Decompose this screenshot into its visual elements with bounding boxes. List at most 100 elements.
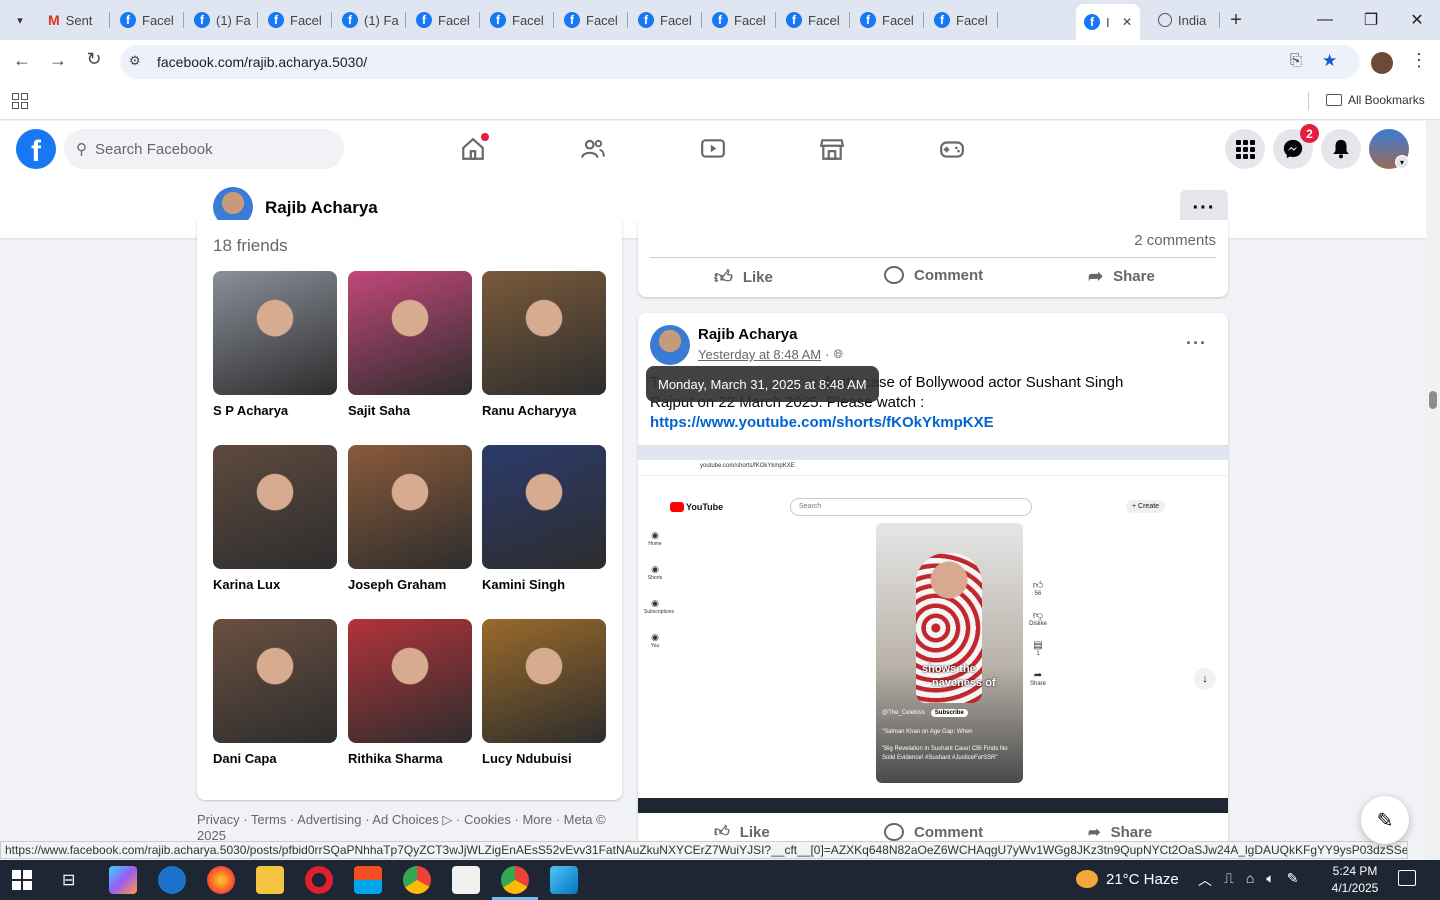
friend-tile[interactable]: S P Acharya xyxy=(213,271,337,418)
notifications-button[interactable] xyxy=(1321,129,1361,169)
chrome-profile-icon[interactable] xyxy=(501,866,529,894)
pen-icon[interactable]: ✎ xyxy=(1287,870,1299,890)
post-options-icon[interactable]: ··· xyxy=(1186,333,1207,354)
notepad-icon[interactable] xyxy=(452,866,480,894)
friend-photo[interactable] xyxy=(213,619,337,743)
post-share-button[interactable]: ➦ Share xyxy=(1088,823,1152,842)
page-scrollbar[interactable] xyxy=(1426,121,1440,859)
friend-photo[interactable] xyxy=(348,445,472,569)
browser-tab[interactable]: f Facel xyxy=(852,6,924,34)
friend-photo[interactable] xyxy=(482,445,606,569)
install-app-icon[interactable]: ⎘ xyxy=(1290,52,1302,69)
bookmark-star-icon[interactable]: ★ xyxy=(1322,51,1337,71)
post-link[interactable]: https://www.youtube.com/shorts/fKOkYkmpK… xyxy=(650,414,994,431)
friend-tile[interactable]: Karina Lux xyxy=(213,445,337,592)
friend-name[interactable]: S P Acharya xyxy=(213,403,337,418)
browser-tab[interactable]: f (1) Fa xyxy=(334,6,406,34)
mail-app-icon[interactable] xyxy=(158,866,186,894)
friends-count[interactable]: 18 friends xyxy=(213,236,288,256)
scrollbar-thumb[interactable] xyxy=(1429,391,1437,409)
friend-tile[interactable]: Rithika Sharma xyxy=(348,619,472,766)
browser-profile-avatar[interactable] xyxy=(1371,52,1393,74)
friend-photo[interactable] xyxy=(213,445,337,569)
nav-video-icon[interactable] xyxy=(699,135,727,163)
account-chevron-icon[interactable]: ▾ xyxy=(1395,155,1409,169)
browser-tab[interactable]: f (1) Fa xyxy=(186,6,258,34)
friend-tile[interactable]: Kamini Singh xyxy=(482,445,606,592)
chrome-icon[interactable] xyxy=(403,866,431,894)
friend-tile[interactable]: Joseph Graham xyxy=(348,445,472,592)
friend-name[interactable]: Karina Lux xyxy=(213,577,337,592)
wifi-icon[interactable]: ⌂ xyxy=(1246,870,1254,890)
apps-grid-icon[interactable] xyxy=(12,93,28,109)
browser-tab[interactable]: f Facel xyxy=(408,6,480,34)
comments-count[interactable]: 2 comments xyxy=(1134,232,1216,249)
firefox-icon[interactable] xyxy=(207,866,235,894)
friend-name[interactable]: Kamini Singh xyxy=(482,577,606,592)
browser-tab[interactable]: f Facel xyxy=(778,6,850,34)
friend-photo[interactable] xyxy=(348,619,472,743)
menu-grid-button[interactable] xyxy=(1225,129,1265,169)
post-author-name[interactable]: Rajib Acharya xyxy=(698,326,798,343)
friend-tile[interactable]: Ranu Acharyya xyxy=(482,271,606,418)
like-button[interactable]: 👍︎ Like xyxy=(714,266,773,288)
browser-tab[interactable]: f Facel xyxy=(704,6,776,34)
facebook-logo[interactable]: f xyxy=(16,129,56,169)
messenger-button[interactable]: 2 xyxy=(1273,124,1319,169)
site-info-icon[interactable]: ⚙ xyxy=(129,53,141,69)
photos-icon[interactable] xyxy=(550,866,578,894)
close-window-button[interactable]: ✕ xyxy=(1394,0,1440,40)
browser-tab[interactable]: f Facel xyxy=(926,6,998,34)
friend-name[interactable]: Rithika Sharma xyxy=(348,751,472,766)
profile-name[interactable]: Rajib Acharya xyxy=(265,198,378,218)
nav-friends-icon[interactable] xyxy=(579,135,607,163)
copilot-icon[interactable] xyxy=(109,866,137,894)
friend-photo[interactable] xyxy=(482,271,606,395)
browser-tab[interactable]: f Facel xyxy=(482,6,554,34)
new-message-button[interactable]: ✎ xyxy=(1361,796,1409,844)
browser-tab[interactable]: India xyxy=(1150,6,1220,34)
share-button[interactable]: ➦ Share xyxy=(1088,266,1155,287)
maximize-button[interactable]: ❐ xyxy=(1348,0,1394,40)
friend-photo[interactable] xyxy=(482,619,606,743)
weather-widget[interactable]: 21°C Haze xyxy=(1076,870,1179,888)
nav-marketplace-icon[interactable] xyxy=(818,135,846,163)
browser-tab[interactable]: f Facel xyxy=(630,6,702,34)
post-like-button[interactable]: 👍︎ Like xyxy=(714,823,770,841)
opera-icon[interactable] xyxy=(305,866,333,894)
back-button[interactable]: ← xyxy=(10,50,34,74)
nav-home-icon[interactable] xyxy=(459,133,489,163)
address-bar[interactable]: ⚙ facebook.com/rajib.acharya.5030/ ⎘ ★ xyxy=(120,45,1360,79)
friend-name[interactable]: Joseph Graham xyxy=(348,577,472,592)
browser-tab[interactable]: f Facel xyxy=(260,6,332,34)
chevron-up-icon[interactable]: ︿ xyxy=(1198,870,1212,890)
friend-name[interactable]: Dani Capa xyxy=(213,751,337,766)
tab-search-button[interactable]: ▾ xyxy=(8,8,32,32)
browser-tab[interactable]: f Facel xyxy=(556,6,628,34)
friend-name[interactable]: Lucy Ndubuisi xyxy=(482,751,606,766)
clock[interactable]: 5:24 PM 4/1/2025 xyxy=(1322,863,1388,897)
reload-button[interactable]: ↻ xyxy=(82,49,106,73)
file-explorer-icon[interactable] xyxy=(256,866,284,894)
forward-button[interactable]: → xyxy=(46,50,70,74)
notification-center-icon[interactable] xyxy=(1398,870,1416,886)
close-tab-icon[interactable]: ✕ xyxy=(1122,15,1132,29)
browser-tab[interactable]: f I ✕ xyxy=(1076,4,1140,40)
task-view-icon[interactable]: ⊟ xyxy=(62,870,75,890)
start-button[interactable] xyxy=(12,870,32,890)
new-tab-button[interactable]: + xyxy=(1224,8,1248,32)
post-author-avatar[interactable] xyxy=(650,325,690,365)
volume-icon[interactable]: 🔈︎ xyxy=(1266,870,1274,890)
url-text[interactable]: facebook.com/rajib.acharya.5030/ xyxy=(157,54,367,70)
search-facebook-field[interactable]: ⚲ Search Facebook xyxy=(64,129,344,169)
friend-name[interactable]: Ranu Acharyya xyxy=(482,403,606,418)
friend-photo[interactable] xyxy=(213,271,337,395)
friend-name[interactable]: Sajit Saha xyxy=(348,403,472,418)
browser-menu-icon[interactable]: ⋮ xyxy=(1410,50,1428,71)
friend-tile[interactable]: Lucy Ndubuisi xyxy=(482,619,606,766)
friend-photo[interactable] xyxy=(348,271,472,395)
network-icon[interactable]: ⎍ xyxy=(1224,870,1234,890)
browser-tab[interactable]: f Facel xyxy=(112,6,184,34)
minimize-button[interactable]: — xyxy=(1302,0,1348,40)
all-bookmarks-folder[interactable]: All Bookmarks xyxy=(1326,93,1425,107)
